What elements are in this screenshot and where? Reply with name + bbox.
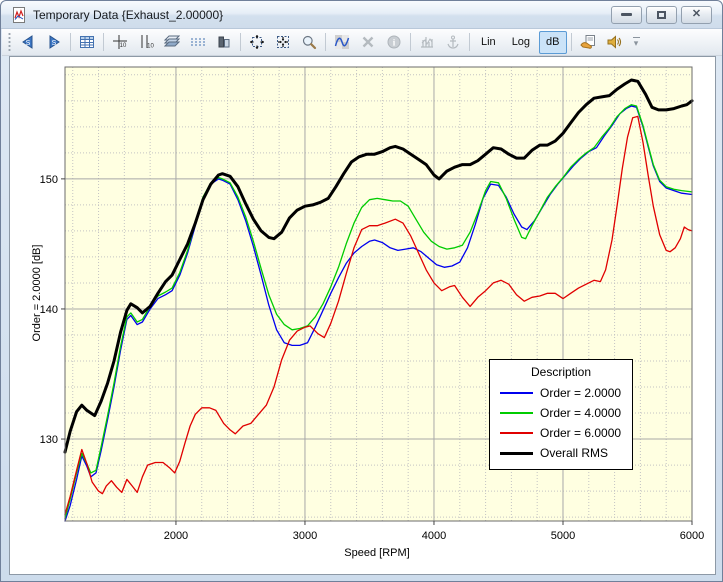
- toolbar-separator: [240, 33, 241, 51]
- order-cursor-button[interactable]: 10: [134, 31, 158, 54]
- data-grid-icon: [79, 34, 95, 50]
- toolbar: S S 10: [2, 29, 723, 56]
- app-icon: [11, 7, 27, 23]
- lin-scale-button[interactable]: Lin: [474, 31, 503, 54]
- legend-entry-label: Order = 6.0000: [540, 426, 621, 440]
- anchor-cursor-button[interactable]: [441, 31, 465, 54]
- svg-text:10: 10: [147, 44, 154, 50]
- curve-select-button[interactable]: [330, 31, 354, 54]
- anchor-cursor-icon: [445, 34, 461, 50]
- app-window: Temporary Data {Exhaust_2.00000} ✕ S S: [0, 0, 723, 582]
- toolbar-separator: [325, 33, 326, 51]
- y-axis-label: Order = 2.0000 [dB]: [31, 193, 43, 393]
- titlebar[interactable]: Temporary Data {Exhaust_2.00000} ✕: [1, 1, 722, 29]
- toolbar-separator: [70, 33, 71, 51]
- zoom-window-button[interactable]: [271, 31, 295, 54]
- close-button[interactable]: ✕: [681, 6, 712, 24]
- toolbar-separator: [469, 33, 470, 51]
- delete-curve-button[interactable]: [356, 31, 380, 54]
- legend-entries: Order = 2.0000 Order = 4.0000 Order = 6.00…: [490, 383, 632, 463]
- legend-title: Description: [490, 365, 632, 379]
- window-title: Temporary Data {Exhaust_2.00000}: [33, 8, 223, 22]
- curve-select-icon: [334, 34, 350, 50]
- reference-lines-icon: [190, 34, 206, 50]
- svg-text:3000: 3000: [293, 530, 317, 542]
- curve-info-button[interactable]: i: [382, 31, 406, 54]
- legend-entry-label: Overall RMS: [540, 446, 608, 460]
- chevron-down-icon: ▾: [634, 39, 639, 48]
- sound-playback-icon: [606, 34, 622, 50]
- peak-cursor-button[interactable]: [415, 31, 439, 54]
- close-icon: ✕: [692, 9, 701, 20]
- layers-icon: [164, 34, 180, 50]
- toolbar-grip[interactable]: [7, 33, 12, 51]
- minimize-button[interactable]: [611, 6, 642, 24]
- minimize-icon: [621, 13, 632, 16]
- legend-line-sample: [500, 432, 533, 434]
- previous-curve-button[interactable]: S: [16, 31, 40, 54]
- curve-info-icon: i: [386, 34, 402, 50]
- window-controls: ✕: [611, 6, 716, 24]
- next-curve-icon: S: [46, 34, 62, 50]
- svg-text:2000: 2000: [164, 530, 188, 542]
- legend-entry-label: Order = 2.0000: [540, 386, 621, 400]
- x-axis-label: Speed [RPM]: [277, 547, 477, 559]
- legend-line-sample: [500, 412, 533, 414]
- delete-curve-icon: [360, 34, 376, 50]
- svg-text:130: 130: [40, 434, 58, 446]
- zoom-extents-button[interactable]: [245, 31, 269, 54]
- reference-lines-button[interactable]: [186, 31, 210, 54]
- chart-panel: 20003000400050006000130140150 Order = 2.…: [9, 56, 716, 575]
- restore-button[interactable]: [646, 6, 677, 24]
- waterfall-icon: [216, 34, 232, 50]
- sound-playback-button[interactable]: [602, 31, 626, 54]
- waterfall-button[interactable]: [212, 31, 236, 54]
- log-scale-button[interactable]: Log: [505, 31, 537, 54]
- magnifier-icon: [301, 34, 317, 50]
- legend: Description Order = 2.0000 Order = 4.0000…: [489, 359, 633, 470]
- legend-entry-label: Order = 4.0000: [540, 406, 621, 420]
- legend-entry: Order = 6.0000: [490, 423, 632, 443]
- svg-text:4000: 4000: [422, 530, 446, 542]
- zoom-extents-icon: [249, 34, 265, 50]
- legend-entry: Overall RMS: [490, 443, 632, 463]
- toolbar-overflow-button[interactable]: ▾: [633, 37, 640, 48]
- layers-button[interactable]: [160, 31, 184, 54]
- chart-canvas[interactable]: 20003000400050006000130140150: [10, 57, 715, 574]
- legend-entry: Order = 2.0000: [490, 383, 632, 403]
- export-icon: [580, 34, 596, 50]
- zoom-window-icon: [275, 34, 291, 50]
- toolbar-separator: [571, 33, 572, 51]
- legend-entry: Order = 4.0000: [490, 403, 632, 423]
- harmonic-cursor-button[interactable]: 10: [108, 31, 132, 54]
- legend-line-sample: [500, 452, 533, 455]
- toolbar-separator: [410, 33, 411, 51]
- svg-text:5000: 5000: [551, 530, 575, 542]
- magnifier-button[interactable]: [297, 31, 321, 54]
- data-grid-button[interactable]: [75, 31, 99, 54]
- toolbar-separator: [103, 33, 104, 51]
- previous-curve-icon: S: [20, 34, 36, 50]
- peak-cursor-icon: [419, 34, 435, 50]
- db-scale-button[interactable]: dB: [539, 31, 566, 54]
- restore-icon: [657, 11, 666, 19]
- order-cursor-icon: 10: [138, 34, 154, 50]
- legend-line-sample: [500, 392, 533, 394]
- svg-text:6000: 6000: [680, 530, 704, 542]
- harmonic-cursor-icon: 10: [112, 34, 128, 50]
- export-button[interactable]: [576, 31, 600, 54]
- next-curve-button[interactable]: S: [42, 31, 66, 54]
- svg-text:10: 10: [120, 43, 127, 49]
- svg-text:S: S: [52, 40, 57, 47]
- svg-text:150: 150: [40, 174, 58, 186]
- svg-text:S: S: [26, 40, 31, 47]
